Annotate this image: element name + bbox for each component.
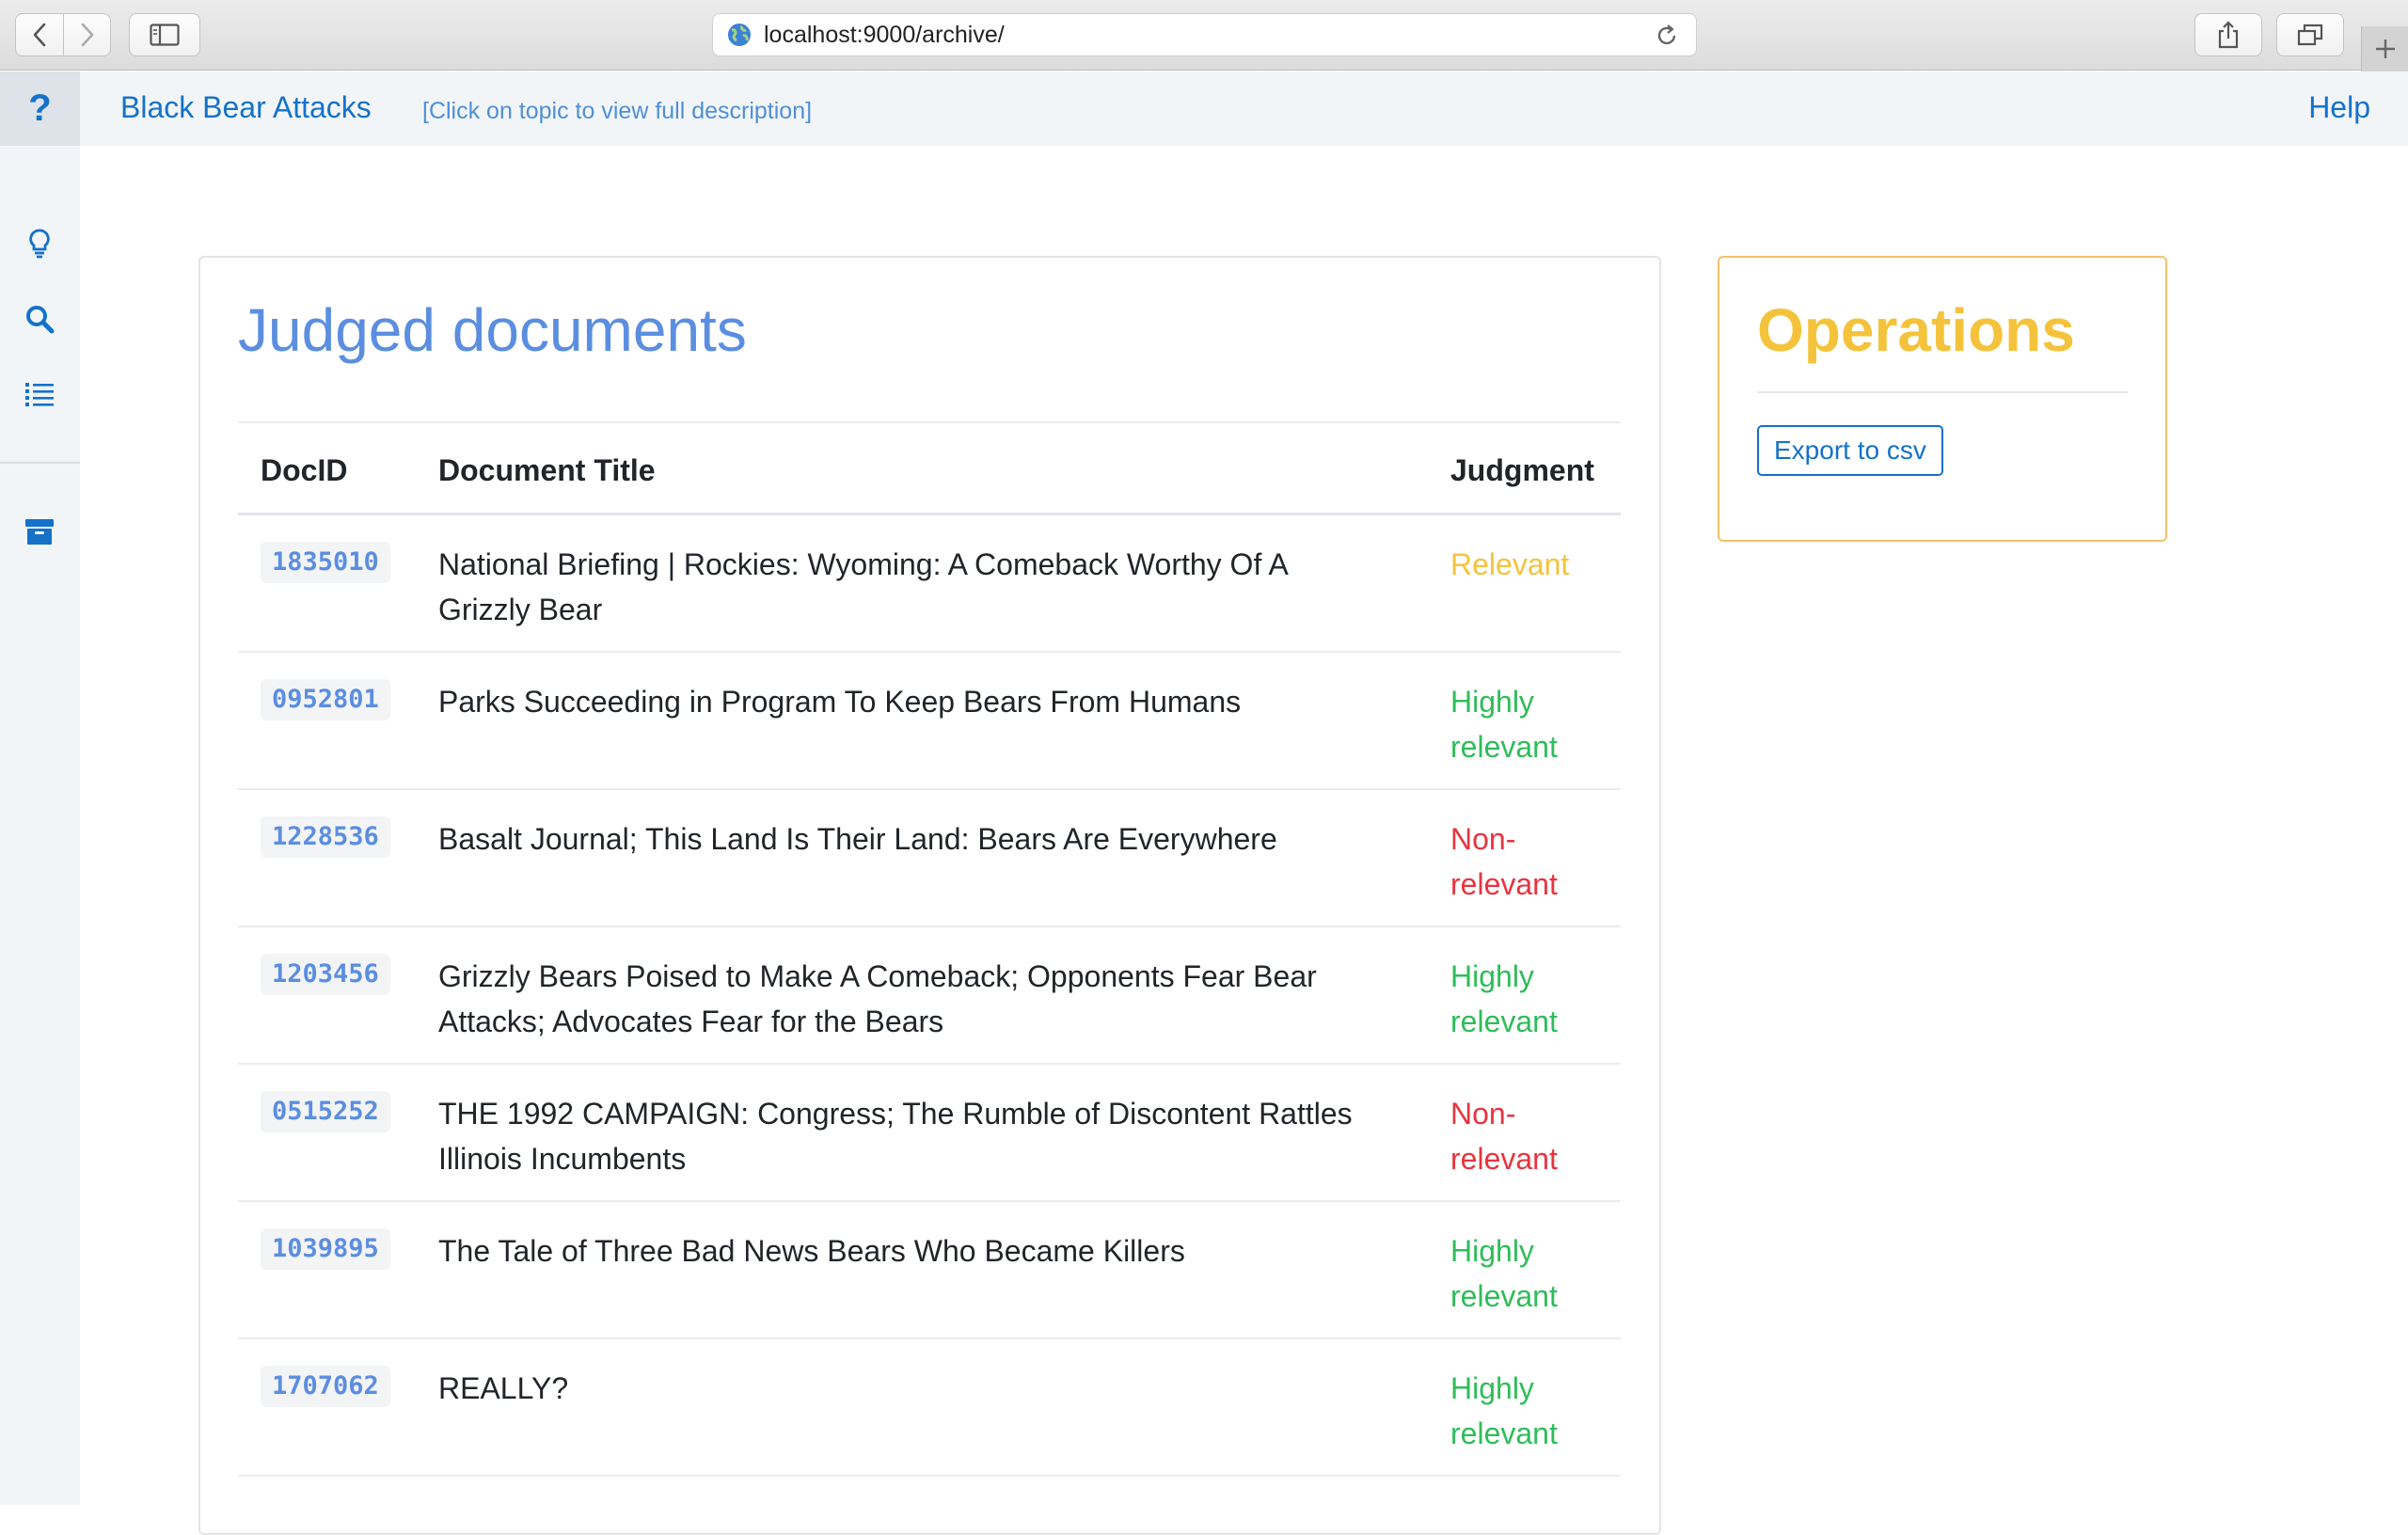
history-nav — [15, 13, 111, 56]
title-column-header: Document Title — [438, 453, 656, 487]
judgment-label: Highly relevant — [1450, 1234, 1558, 1313]
globe-icon — [728, 24, 751, 46]
judgment-label: Highly relevant — [1450, 1371, 1558, 1450]
table-row[interactable]: 0952801 Parks Succeeding in Program To K… — [238, 653, 1621, 790]
new-tab-button[interactable] — [2361, 26, 2408, 71]
document-title[interactable]: THE 1992 CAMPAIGN: Congress; The Rumble … — [438, 1091, 1379, 1181]
judgment-label: Relevant — [1450, 547, 1570, 581]
reload-icon[interactable] — [1655, 24, 1679, 48]
sidebar-divider — [0, 462, 80, 464]
docid-badge[interactable]: 1707062 — [261, 1366, 390, 1407]
topic-hint: [Click on topic to view full description… — [422, 98, 813, 124]
topic-title[interactable]: Black Bear Attacks — [120, 90, 372, 125]
docid-badge[interactable]: 1228536 — [261, 816, 390, 858]
document-title[interactable]: REALLY? — [438, 1366, 1379, 1411]
judged-documents-title: Judged documents — [238, 296, 747, 364]
operations-title: Operations — [1757, 296, 2075, 364]
judged-documents-card: Judged documents DocID Document Title Ju… — [198, 256, 1661, 1535]
document-title[interactable]: Parks Succeeding in Program To Keep Bear… — [438, 679, 1379, 724]
table-row[interactable]: 1039895 The Tale of Three Bad News Bears… — [238, 1202, 1621, 1339]
address-bar[interactable]: localhost:9000/archive/ — [712, 13, 1697, 56]
show-tabs-button[interactable] — [2276, 13, 2344, 56]
app-navbar: ? Black Bear Attacks [Click on topic to … — [0, 71, 2408, 146]
share-icon — [2218, 21, 2239, 49]
docid-badge[interactable]: 0515252 — [261, 1091, 390, 1132]
table-row[interactable]: 1707062 REALLY? Highly relevant — [238, 1339, 1621, 1477]
judgment-label: Non-relevant — [1450, 822, 1558, 901]
document-title[interactable]: Grizzly Bears Poised to Make A Comeback;… — [438, 954, 1379, 1044]
docid-badge[interactable]: 1203456 — [261, 954, 390, 995]
document-title[interactable]: The Tale of Three Bad News Bears Who Bec… — [438, 1228, 1379, 1274]
document-title[interactable]: Basalt Journal; This Land Is Their Land:… — [438, 816, 1379, 862]
table-header: DocID Document Title Judgment — [238, 421, 1621, 515]
judgment-label: Non-relevant — [1450, 1097, 1558, 1176]
sidebar-toggle-button[interactable] — [129, 13, 200, 56]
share-button[interactable] — [2194, 13, 2262, 56]
lightbulb-icon[interactable] — [21, 225, 58, 262]
operations-divider — [1757, 391, 2128, 393]
url-text: localhost:9000/archive/ — [764, 21, 1005, 48]
plus-icon — [2375, 40, 2395, 58]
help-link[interactable]: Help — [2308, 90, 2370, 125]
browser-toolbar: localhost:9000/archive/ — [0, 0, 2408, 71]
table-row[interactable]: 1203456 Grizzly Bears Poised to Make A C… — [238, 927, 1621, 1065]
judgment-label: Highly relevant — [1450, 959, 1558, 1038]
docid-badge[interactable]: 0952801 — [261, 679, 390, 720]
table-row[interactable]: 1228536 Basalt Journal; This Land Is The… — [238, 790, 1621, 927]
docid-badge[interactable]: 1835010 — [261, 542, 390, 583]
judged-documents-table: DocID Document Title Judgment 1835010 Na… — [238, 421, 1621, 1477]
chevron-left-icon — [33, 23, 46, 47]
table-row[interactable]: 0515252 THE 1992 CAMPAIGN: Congress; The… — [238, 1065, 1621, 1202]
chevron-right-icon — [81, 23, 93, 47]
judgment-column-header: Judgment — [1450, 453, 1594, 487]
forward-button[interactable] — [63, 14, 110, 55]
left-sidebar — [0, 146, 80, 1505]
docid-column-header: DocID — [261, 453, 348, 487]
sidebar-icon — [150, 24, 180, 46]
export-csv-button[interactable]: Export to csv — [1757, 425, 1943, 476]
list-icon[interactable] — [21, 375, 58, 413]
question-icon[interactable]: ? — [0, 71, 80, 146]
archive-icon[interactable] — [21, 513, 58, 550]
tabs-icon — [2297, 24, 2323, 46]
docid-badge[interactable]: 1039895 — [261, 1228, 390, 1270]
table-row[interactable]: 1835010 National Briefing | Rockies: Wyo… — [238, 515, 1621, 653]
judgment-label: Highly relevant — [1450, 685, 1558, 764]
search-icon[interactable] — [21, 300, 58, 338]
document-title[interactable]: National Briefing | Rockies: Wyoming: A … — [438, 542, 1379, 632]
back-button[interactable] — [16, 14, 63, 55]
operations-card: Operations Export to csv — [1718, 256, 2167, 542]
